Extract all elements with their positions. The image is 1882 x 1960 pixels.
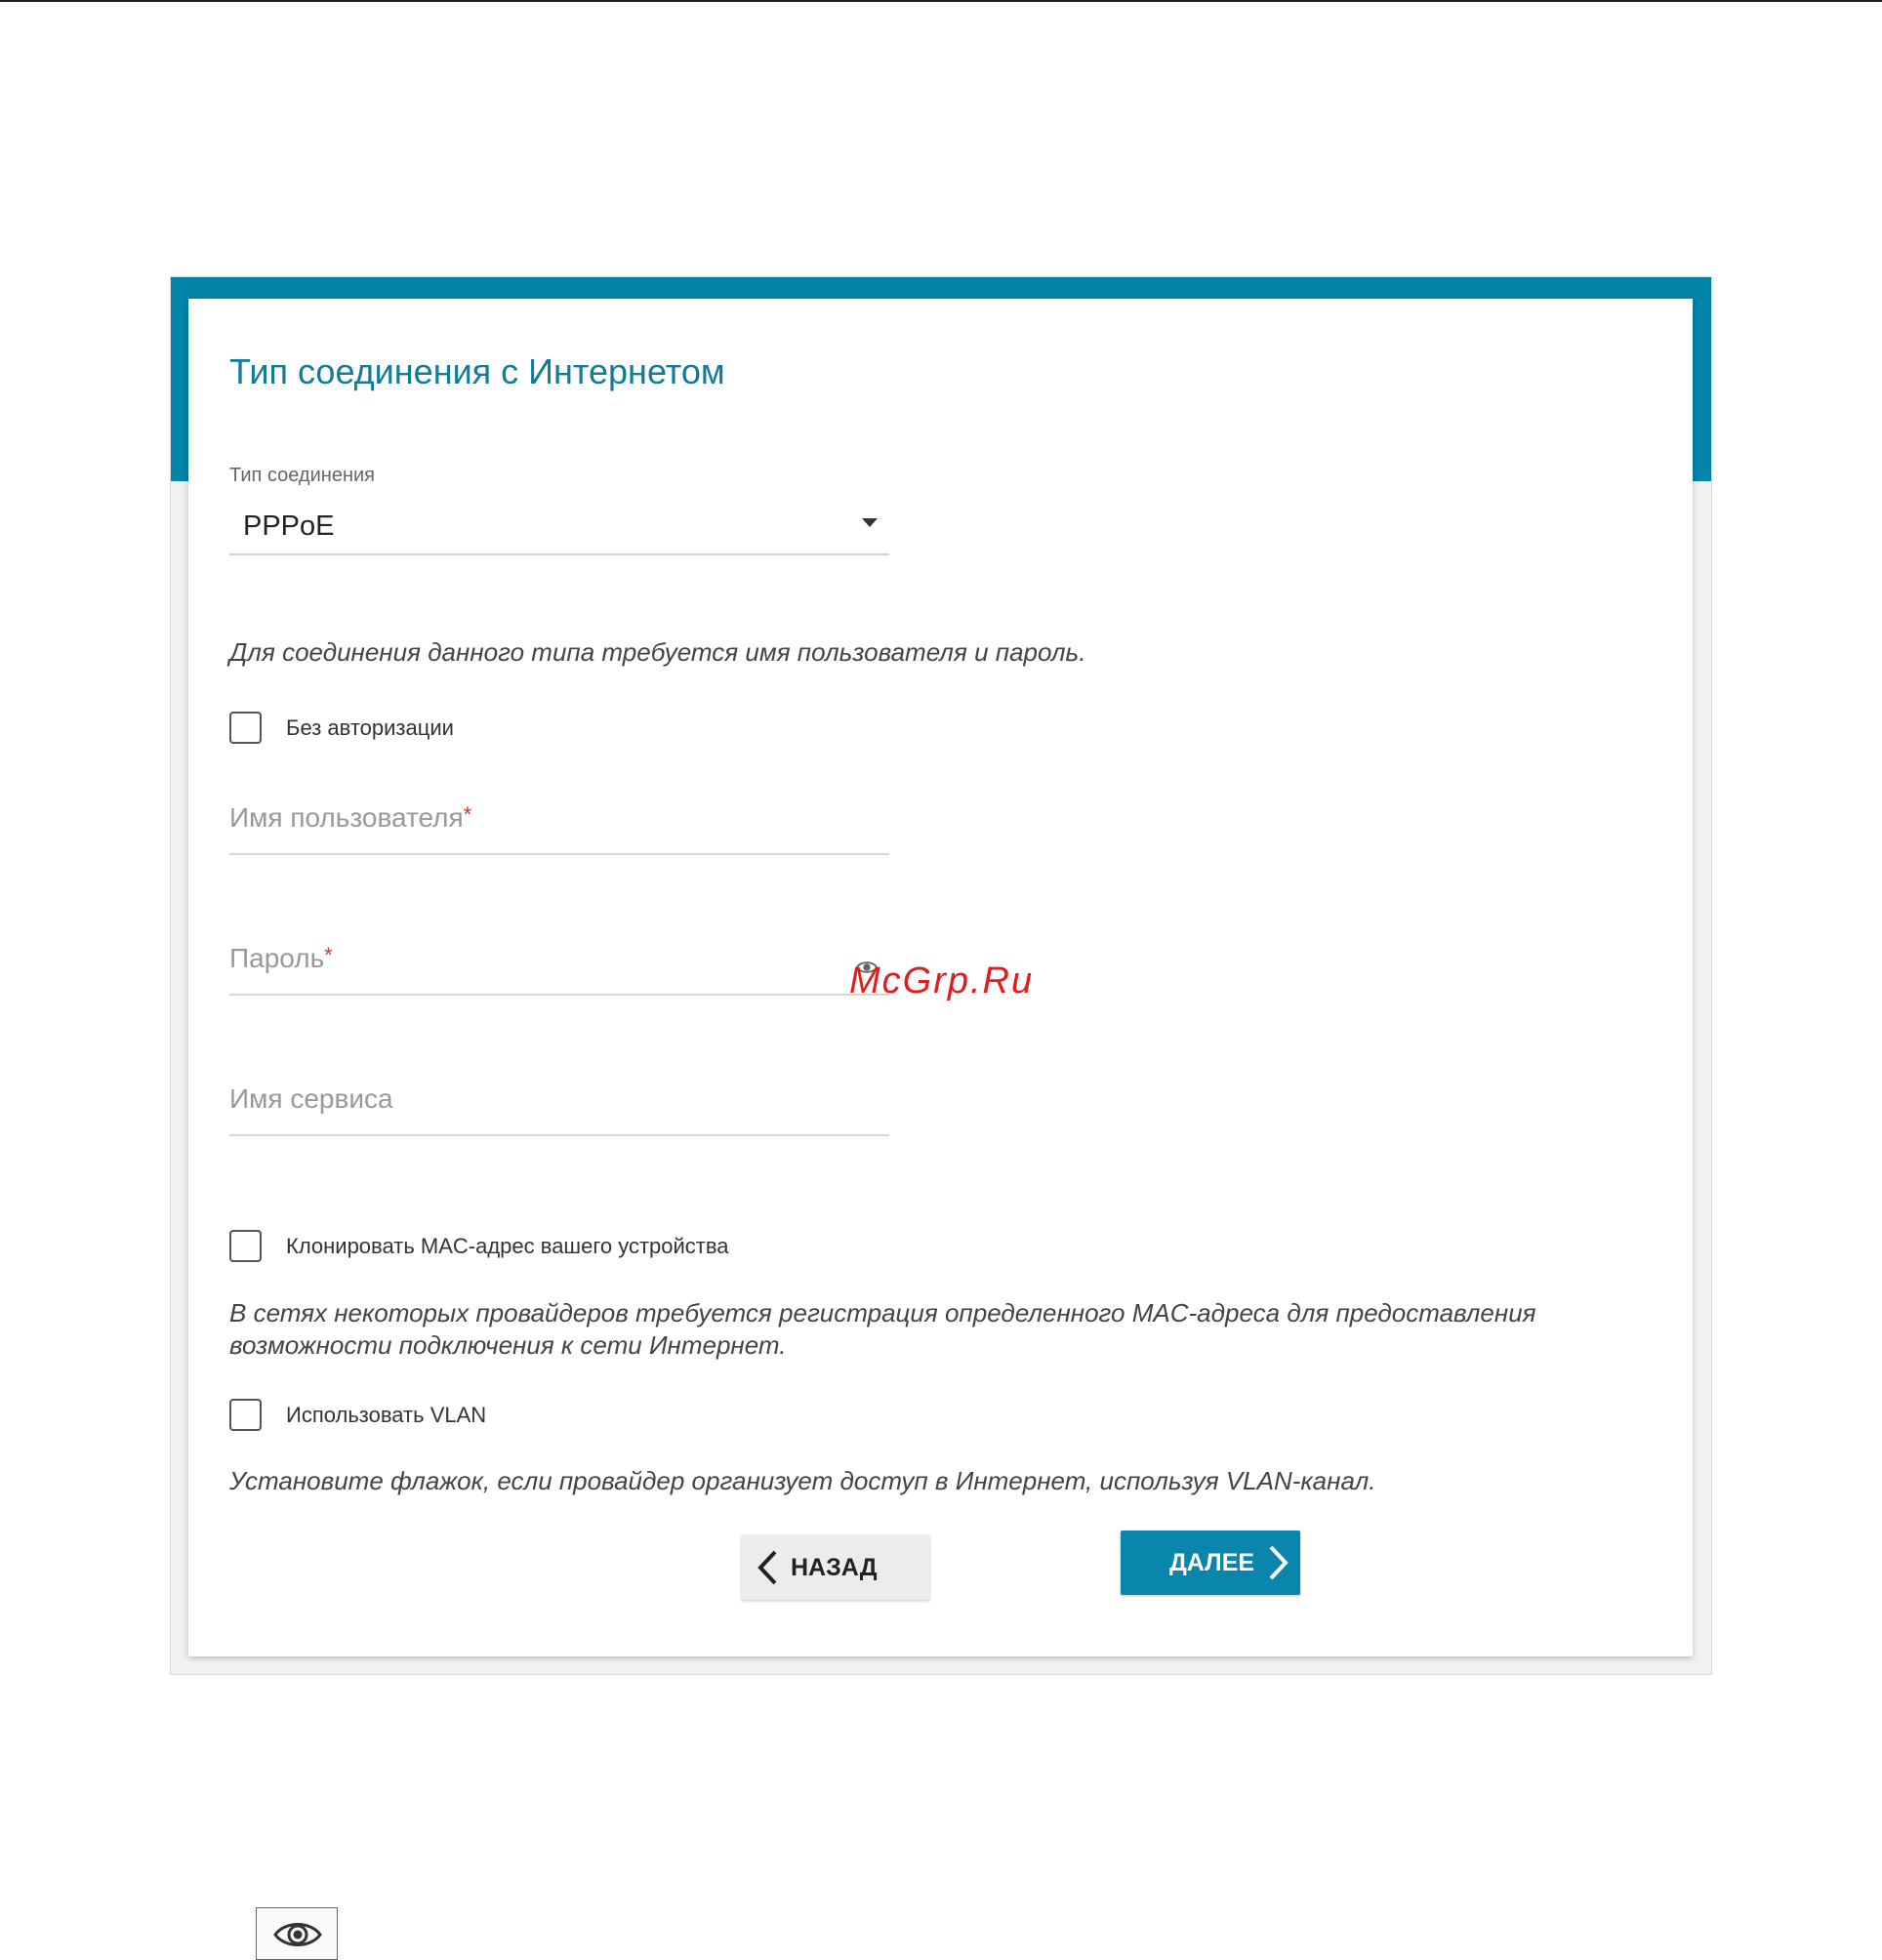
auth-hint: Для соединения данного типа требуется им… (229, 637, 1086, 667)
caret-down-icon (862, 518, 878, 527)
required-mark: * (463, 802, 472, 827)
page-top-rule (0, 0, 1882, 2)
connection-type-label: Тип соединения (229, 465, 375, 486)
chevron-right-icon (1269, 1545, 1289, 1580)
eye-icon-legend (256, 1907, 338, 1960)
next-button-label: ДАЛЕЕ (1169, 1549, 1255, 1576)
clone-mac-label: Клонировать MAC-адрес вашего устройства (286, 1234, 729, 1258)
username-field[interactable]: Имя пользователя* (229, 795, 889, 855)
watermark-text: McGrp.Ru (849, 960, 1035, 1001)
page-title: Тип соединения с Интернетом (229, 351, 725, 391)
back-button-label: НАЗАД (791, 1554, 878, 1581)
clone-mac-hint: В сетях некоторых провайдеров требуется … (229, 1298, 1536, 1360)
service-name-field[interactable]: Имя сервиса (229, 1076, 889, 1136)
chevron-left-icon (757, 1550, 777, 1585)
connection-type-value: PPPoE (243, 510, 335, 542)
required-mark: * (324, 943, 333, 967)
username-placeholder: Имя пользователя* (229, 802, 472, 833)
password-field[interactable]: Пароль* (229, 935, 889, 996)
eye-icon (273, 1923, 322, 1946)
use-vlan-checkbox[interactable] (229, 1399, 262, 1431)
no-auth-checkbox[interactable] (229, 712, 262, 744)
next-button[interactable]: ДАЛЕЕ (1121, 1531, 1300, 1595)
use-vlan-label: Использовать VLAN (286, 1403, 487, 1427)
clone-mac-checkbox[interactable] (229, 1230, 262, 1262)
service-name-placeholder: Имя сервиса (229, 1083, 393, 1114)
back-button[interactable]: НАЗАД (742, 1535, 929, 1600)
connection-type-select[interactable]: PPPoE (229, 499, 889, 555)
password-placeholder: Пароль* (229, 943, 333, 973)
use-vlan-hint: Установите флажок, если провайдер органи… (229, 1466, 1376, 1495)
no-auth-label: Без авторизации (286, 715, 454, 740)
